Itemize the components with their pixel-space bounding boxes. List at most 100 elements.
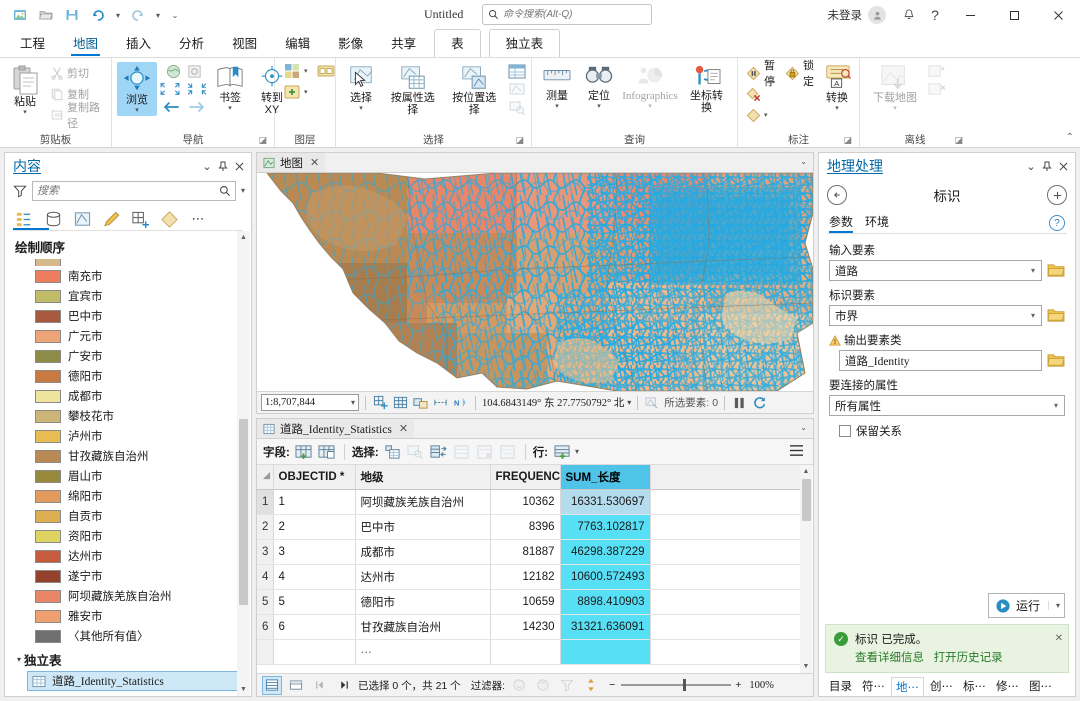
legend-item[interactable]: 巴中市 bbox=[35, 306, 251, 326]
basemap-dropdown-icon[interactable]: ▾ bbox=[304, 67, 308, 75]
refresh-icon[interactable] bbox=[751, 394, 768, 411]
maximize-button[interactable] bbox=[992, 0, 1036, 30]
filter-icon[interactable] bbox=[13, 184, 27, 198]
table-scroll-thumb[interactable] bbox=[802, 479, 811, 521]
legend-item[interactable]: 攀枝花市 bbox=[35, 406, 251, 426]
pause-labeling-button[interactable]: 暂停 bbox=[743, 60, 778, 88]
customize-qat-icon[interactable]: ⌄ bbox=[166, 4, 184, 26]
legend-item[interactable]: 自贡市 bbox=[35, 506, 251, 526]
ribbon-tab-share[interactable]: 共享 bbox=[377, 30, 430, 57]
legend-item[interactable]: 广安市 bbox=[35, 346, 251, 366]
filter-unselected-icon[interactable] bbox=[533, 676, 553, 695]
run-button[interactable]: 运行 ▾ bbox=[987, 593, 1065, 618]
locate-dropdown-icon[interactable]: ▾ bbox=[597, 103, 601, 110]
coordinate-conversion-button[interactable]: 坐标转换 bbox=[681, 62, 732, 116]
cell-prefecture[interactable]: 成都市 bbox=[355, 539, 491, 565]
input-features-combo[interactable]: 道路 ▾ bbox=[829, 260, 1042, 281]
download-map-dropdown-icon[interactable]: ▾ bbox=[893, 105, 897, 112]
infographics-dropdown-icon[interactable]: ▾ bbox=[648, 103, 652, 110]
legend-item[interactable]: 眉山市 bbox=[35, 466, 251, 486]
ribbon-tab-project[interactable]: 工程 bbox=[6, 30, 59, 57]
explore-dropdown-icon[interactable]: ▾ bbox=[135, 107, 139, 114]
select-by-location-button[interactable]: 按位置选择 bbox=[445, 62, 505, 118]
legend-item[interactable]: 〈其他所有值〉 bbox=[35, 626, 251, 646]
browse-identity-features-icon[interactable] bbox=[1047, 307, 1065, 325]
table-row[interactable]: 1 1 阿坝藏族羌族自治州 10362 16331.530697 bbox=[257, 489, 802, 515]
dock-tab-symbology[interactable]: 符⋯ bbox=[858, 677, 889, 695]
cell-frequency[interactable]: 14230 bbox=[490, 614, 561, 640]
open-project-icon[interactable] bbox=[34, 4, 58, 26]
select-by-attributes-table-icon[interactable] bbox=[383, 442, 403, 462]
chevron-down-icon[interactable]: ▾ bbox=[1051, 401, 1061, 410]
legend-item[interactable]: 德阳市 bbox=[35, 366, 251, 386]
dock-tab-geoprocessing[interactable]: 地⋯ bbox=[891, 676, 924, 696]
navigation-dialog-launcher-icon[interactable]: ◪ bbox=[258, 135, 267, 146]
collapse-ribbon-icon[interactable]: ⌃ bbox=[1066, 132, 1074, 143]
convert-labels-button[interactable]: A 转换 ▾ bbox=[817, 62, 857, 114]
geoprocessing-pin-icon[interactable] bbox=[1039, 157, 1055, 175]
scroll-down-icon[interactable]: ▼ bbox=[237, 683, 250, 696]
attribute-table-icon[interactable] bbox=[508, 63, 526, 80]
chevron-down-icon[interactable]: ▾ bbox=[1028, 266, 1038, 275]
convert-labels-dropdown-icon[interactable]: ▾ bbox=[835, 105, 839, 112]
cell-frequency[interactable]: 12182 bbox=[490, 564, 561, 590]
table-row[interactable]: 6 6 甘孜藏族自治州 14230 31321.636091 bbox=[257, 614, 802, 640]
map-scale-dropdown-icon[interactable]: ▾ bbox=[351, 398, 355, 407]
table-tabstrip-menu-icon[interactable]: ⌄ bbox=[800, 423, 807, 432]
filter-extent-icon[interactable] bbox=[557, 676, 577, 695]
table-zoom-slider[interactable] bbox=[621, 679, 732, 691]
next-extent-icon[interactable] bbox=[188, 100, 206, 114]
first-page-icon[interactable] bbox=[310, 676, 330, 695]
dock-tab-charts[interactable]: 图⋯ bbox=[1025, 677, 1056, 695]
ribbon-tab-insert[interactable]: 插入 bbox=[112, 30, 165, 57]
map-canvas[interactable] bbox=[257, 173, 813, 391]
contents-pin-icon[interactable] bbox=[215, 157, 231, 175]
clear-selection-icon[interactable] bbox=[508, 81, 526, 98]
ribbon-tab-view[interactable]: 视图 bbox=[218, 30, 271, 57]
table-row[interactable]: 4 4 达州市 12182 10600.572493 bbox=[257, 564, 802, 590]
map-transformation-icon[interactable] bbox=[412, 394, 429, 411]
standalone-tables-section[interactable]: ▾ 独立表 bbox=[13, 646, 251, 671]
cell-sum-length[interactable]: 7763.102817 bbox=[560, 514, 651, 540]
cell-objectid[interactable]: 4 bbox=[273, 564, 356, 590]
cell-sum-length[interactable]: 16331.530697 bbox=[560, 489, 651, 515]
legend-item[interactable] bbox=[35, 259, 251, 266]
row-number[interactable]: 4 bbox=[257, 564, 274, 590]
back-button[interactable] bbox=[827, 185, 847, 205]
cell-prefecture[interactable]: 巴中市 bbox=[355, 514, 491, 540]
grid-icon[interactable] bbox=[392, 394, 409, 411]
cell-sum-length[interactable]: 10600.572493 bbox=[560, 564, 651, 590]
legend-item[interactable]: 资阳市 bbox=[35, 526, 251, 546]
legend-item[interactable]: 南充市 bbox=[35, 266, 251, 286]
copy-path-button[interactable]: AN 复制路径 bbox=[47, 102, 106, 130]
legend-item[interactable]: 广元市 bbox=[35, 326, 251, 346]
cut-button[interactable]: 剪切 bbox=[47, 63, 106, 83]
save-project-icon[interactable] bbox=[60, 4, 84, 26]
tab-list-by-labeling[interactable] bbox=[158, 208, 180, 230]
view-tab-standalone-table[interactable]: 道路_Identity_Statistics ✕ bbox=[257, 419, 415, 438]
add-field-icon[interactable] bbox=[294, 442, 314, 462]
row-number[interactable]: 5 bbox=[257, 589, 274, 615]
row-number[interactable] bbox=[257, 639, 274, 665]
chevron-down-icon[interactable]: ▾ bbox=[17, 655, 21, 664]
label-features-button[interactable]: ▾ bbox=[743, 105, 773, 125]
map-scale-combo[interactable]: 1:8,707,844 ▾ bbox=[261, 394, 359, 411]
measure-button[interactable]: 测量 ▾ bbox=[537, 62, 577, 112]
ribbon-tab-edit[interactable]: 编辑 bbox=[271, 30, 324, 57]
calculate-field-icon[interactable] bbox=[317, 442, 337, 462]
last-page-icon[interactable] bbox=[334, 676, 354, 695]
minimize-button[interactable] bbox=[948, 0, 992, 30]
cell-objectid[interactable]: 5 bbox=[273, 589, 356, 615]
zoom-in-table-icon[interactable]: + bbox=[735, 679, 741, 691]
tab-parameters[interactable]: 参数 bbox=[829, 213, 854, 233]
column-header-sum-length[interactable]: SUM_长度 bbox=[560, 465, 651, 490]
cell-prefecture[interactable]: 德阳市 bbox=[355, 589, 491, 615]
redo-icon[interactable] bbox=[126, 4, 150, 26]
fixed-zoom-icon[interactable] bbox=[186, 63, 203, 80]
sort-toggle-icon[interactable] bbox=[581, 676, 601, 695]
zoom-to-selection-table-icon[interactable] bbox=[406, 442, 426, 462]
contents-scroll-thumb[interactable] bbox=[239, 419, 248, 605]
ribbon-tab-table[interactable]: 表 bbox=[434, 29, 481, 57]
legend-item[interactable]: 泸州市 bbox=[35, 426, 251, 446]
zoom-to-selection-icon[interactable] bbox=[508, 99, 526, 116]
